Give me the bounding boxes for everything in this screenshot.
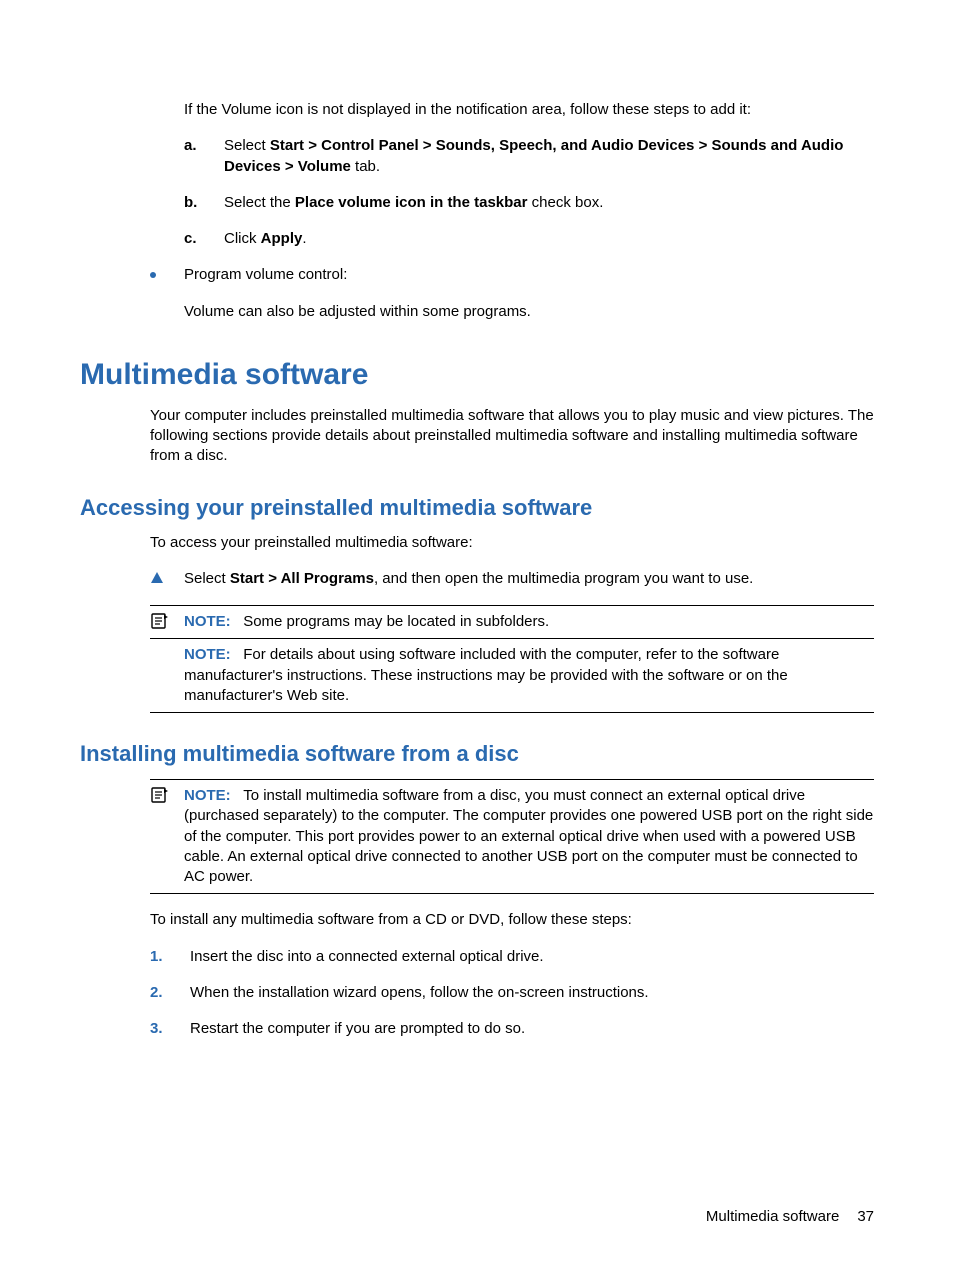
note-optical-drive-text: To install multimedia software from a di… bbox=[184, 787, 873, 885]
step-number-1: 1. bbox=[150, 947, 163, 967]
note-manufacturer-text: For details about using software include… bbox=[184, 646, 788, 704]
footer-page-number: 37 bbox=[857, 1208, 874, 1225]
triangle-up-icon bbox=[150, 571, 164, 585]
bullet-program-volume: Program volume control: bbox=[150, 265, 874, 285]
note-manufacturer: NOTE: For details about using software i… bbox=[150, 639, 874, 713]
note-subfolders: NOTE: Some programs may be located in su… bbox=[150, 605, 874, 639]
footer-section-label: Multimedia software bbox=[706, 1208, 839, 1225]
step-b-bold: Place volume icon in the taskbar bbox=[295, 194, 528, 211]
step-a-bold: Start > Control Panel > Sounds, Speech, … bbox=[224, 137, 843, 174]
heading-accessing-preinstalled: Accessing your preinstalled multimedia s… bbox=[80, 495, 874, 521]
page-footer: Multimedia software 37 bbox=[0, 1208, 874, 1225]
h2a-step: Select Start > All Programs, and then op… bbox=[150, 569, 874, 589]
step-marker-b: b. bbox=[184, 193, 197, 213]
h1-paragraph: Your computer includes preinstalled mult… bbox=[150, 406, 874, 467]
step-c-suffix: . bbox=[302, 230, 306, 247]
step-a-prefix: Select bbox=[224, 137, 270, 154]
bullet-dot-icon bbox=[150, 272, 156, 278]
h2a-step-bold: Start > All Programs bbox=[230, 570, 374, 587]
note-label: NOTE: bbox=[184, 646, 231, 663]
install-step-3-text: Restart the computer if you are prompted… bbox=[190, 1020, 525, 1037]
bullet-program-volume-label: Program volume control: bbox=[184, 266, 347, 283]
install-step-3: 3. Restart the computer if you are promp… bbox=[150, 1019, 874, 1039]
note-label: NOTE: bbox=[184, 613, 231, 630]
step-marker-a: a. bbox=[184, 136, 197, 156]
h2a-intro: To access your preinstalled multimedia s… bbox=[150, 533, 874, 553]
page-content: If the Volume icon is not displayed in t… bbox=[80, 100, 874, 1039]
intro-line: If the Volume icon is not displayed in t… bbox=[184, 100, 874, 120]
step-b: b. Select the Place volume icon in the t… bbox=[184, 193, 874, 213]
step-c-prefix: Click bbox=[224, 230, 261, 247]
install-step-1-text: Insert the disc into a connected externa… bbox=[190, 948, 544, 965]
note-subfolders-text: Some programs may be located in subfolde… bbox=[243, 613, 549, 630]
step-a-suffix: tab. bbox=[351, 158, 380, 175]
step-number-2: 2. bbox=[150, 983, 163, 1003]
install-step-2-text: When the installation wizard opens, foll… bbox=[190, 984, 649, 1001]
h2a-step-suffix: , and then open the multimedia program y… bbox=[374, 570, 753, 587]
note-label: NOTE: bbox=[184, 787, 231, 804]
install-step-2: 2. When the installation wizard opens, f… bbox=[150, 983, 874, 1003]
h2b-intro: To install any multimedia software from … bbox=[150, 910, 874, 930]
h2a-step-prefix: Select bbox=[184, 570, 230, 587]
bullet-program-volume-body: Volume can also be adjusted within some … bbox=[184, 302, 874, 322]
note-optical-drive-body: NOTE: To install multimedia software fro… bbox=[184, 786, 874, 887]
heading-installing-from-disc: Installing multimedia software from a di… bbox=[80, 741, 874, 767]
step-a: a. Select Start > Control Panel > Sounds… bbox=[184, 136, 874, 177]
note-icon bbox=[150, 786, 170, 804]
step-marker-c: c. bbox=[184, 229, 197, 249]
note-subfolders-body: NOTE: Some programs may be located in su… bbox=[184, 612, 874, 632]
note-icon bbox=[150, 612, 170, 630]
document-page: If the Volume icon is not displayed in t… bbox=[0, 0, 954, 1270]
step-c: c. Click Apply. bbox=[184, 229, 874, 249]
note-optical-drive: NOTE: To install multimedia software fro… bbox=[150, 779, 874, 894]
note-manufacturer-body: NOTE: For details about using software i… bbox=[184, 645, 874, 706]
step-b-suffix: check box. bbox=[527, 194, 603, 211]
step-number-3: 3. bbox=[150, 1019, 163, 1039]
install-step-1: 1. Insert the disc into a connected exte… bbox=[150, 947, 874, 967]
step-c-bold: Apply bbox=[261, 230, 303, 247]
heading-multimedia-software: Multimedia software bbox=[80, 358, 874, 392]
step-b-prefix: Select the bbox=[224, 194, 295, 211]
